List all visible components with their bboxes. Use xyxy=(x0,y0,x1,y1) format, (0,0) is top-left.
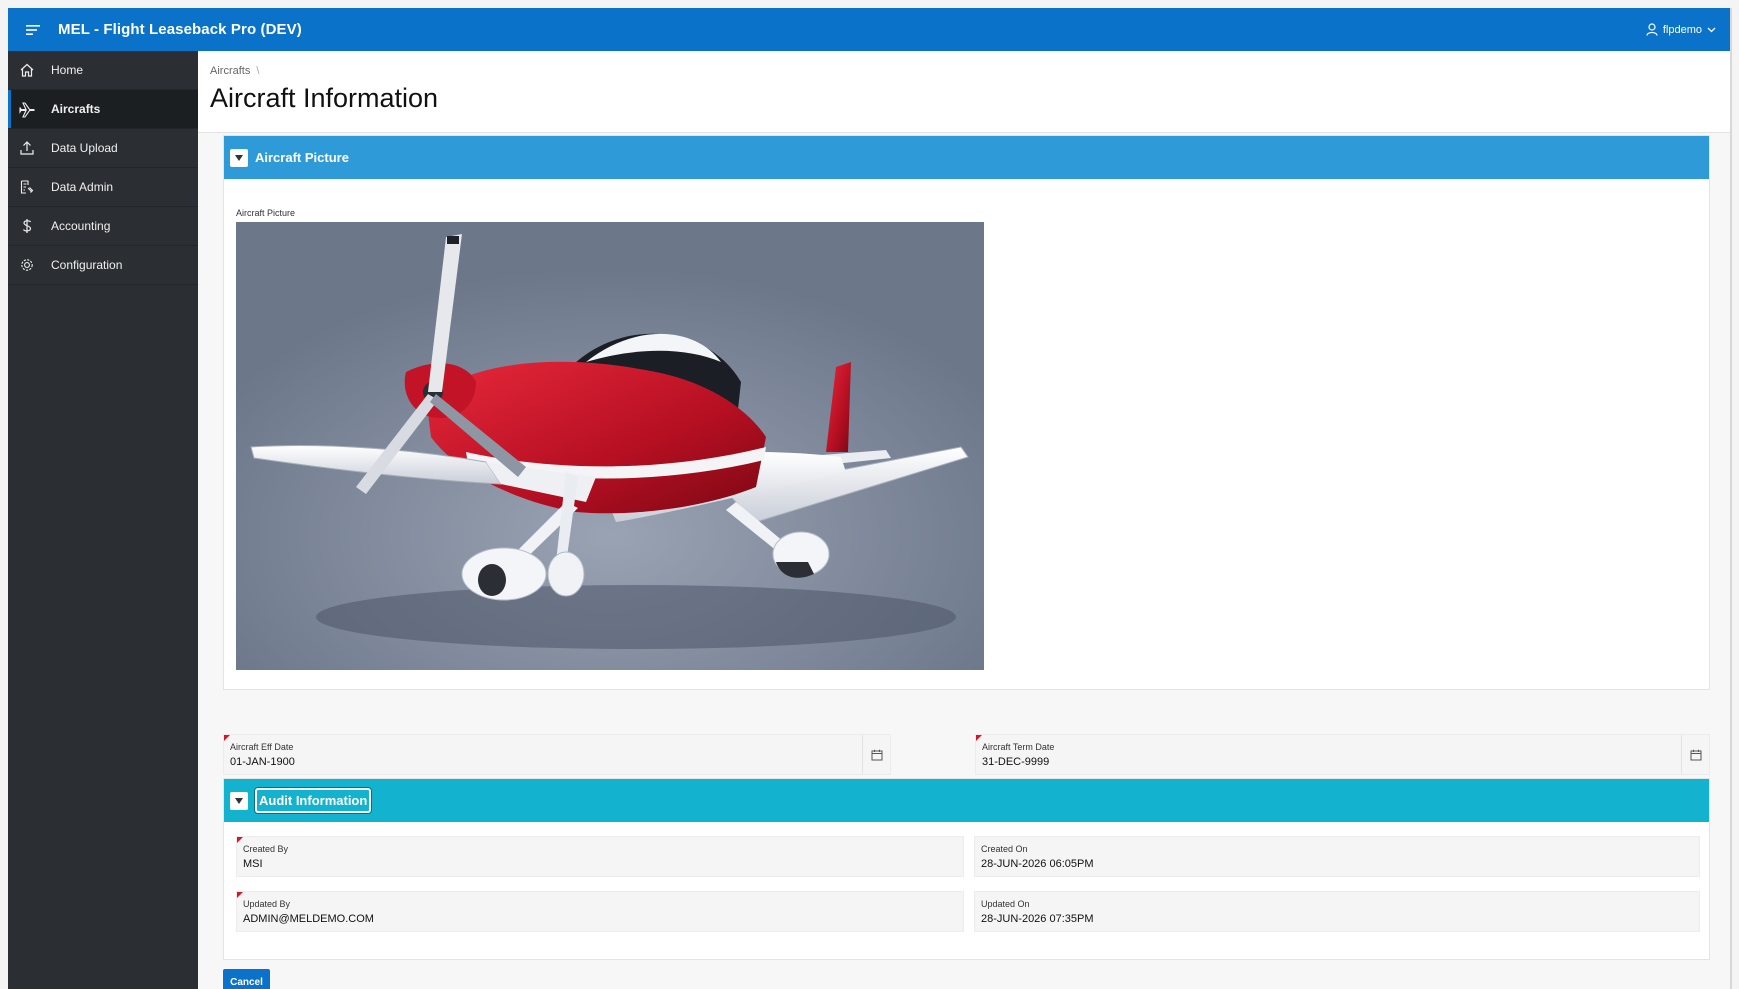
date-picker-button[interactable] xyxy=(862,735,890,774)
data-admin-icon xyxy=(17,177,37,197)
field-value: ADMIN@MELDEMO.COM xyxy=(243,913,374,925)
upload-icon xyxy=(17,138,37,158)
hamburger-icon xyxy=(26,24,40,35)
caret-down-icon xyxy=(235,154,243,161)
collapse-button[interactable] xyxy=(230,791,248,810)
required-indicator xyxy=(976,735,982,741)
required-indicator xyxy=(237,837,243,843)
sidebar: Home Aircrafts Data Upload Data Admin Ac… xyxy=(8,51,198,989)
user-icon xyxy=(1646,23,1658,36)
cancel-button[interactable]: Cancel xyxy=(223,969,270,989)
aircraft-image xyxy=(236,222,984,670)
chevron-down-icon xyxy=(1707,27,1716,32)
sidebar-item-data-upload[interactable]: Data Upload xyxy=(8,129,198,168)
date-picker-button[interactable] xyxy=(1681,735,1709,774)
aircraft-picture-header: Aircraft Picture xyxy=(224,136,1709,179)
sidebar-item-label: Aircrafts xyxy=(51,102,101,116)
collapse-button[interactable] xyxy=(230,148,248,167)
required-indicator xyxy=(224,735,230,741)
sidebar-item-label: Data Admin xyxy=(51,180,114,194)
sidebar-item-configuration[interactable]: Configuration xyxy=(8,246,198,285)
field-value: MSI xyxy=(243,858,263,870)
region-title: Aircraft Picture xyxy=(255,150,349,165)
app-window: MEL - Flight Leaseback Pro (DEV) flpdemo… xyxy=(8,8,1732,989)
sidebar-item-home[interactable]: Home xyxy=(8,51,198,90)
field-value: 31-DEC-9999 xyxy=(982,756,1050,768)
field-label: Aircraft Term Date xyxy=(982,742,1055,752)
sidebar-item-label: Home xyxy=(51,63,84,77)
page-title: Aircraft Information xyxy=(210,83,439,113)
aircraft-term-date-field[interactable]: Aircraft Term Date 31-DEC-9999 xyxy=(975,734,1710,775)
updated-by-field: Updated By ADMIN@MELDEMO.COM xyxy=(236,891,964,932)
aircraft-picture-region: Aircraft Picture Aircraft Picture xyxy=(223,135,1710,690)
form-content: Aircraft Picture Aircraft Picture Aircra… xyxy=(198,133,1730,989)
user-menu[interactable]: flpdemo xyxy=(1646,8,1716,51)
region-title[interactable]: Audit Information xyxy=(255,788,372,813)
field-label: Updated On xyxy=(981,899,1030,909)
user-name: flpdemo xyxy=(1662,23,1702,36)
audit-information-header: Audit Information xyxy=(224,779,1709,822)
caret-down-icon xyxy=(235,797,243,804)
field-label: Updated By xyxy=(243,899,291,909)
home-icon xyxy=(17,60,37,80)
sidebar-item-label: Accounting xyxy=(51,219,111,233)
main-content: Aircrafts \ Aircraft Information Aircraf… xyxy=(198,51,1730,989)
required-indicator xyxy=(237,892,243,898)
sidebar-item-label: Data Upload xyxy=(51,141,118,155)
sidebar-item-accounting[interactable]: Accounting xyxy=(8,207,198,246)
plane-icon xyxy=(17,99,37,119)
dollar-icon xyxy=(17,216,37,236)
sidebar-item-aircrafts[interactable]: Aircrafts xyxy=(8,90,198,129)
sidebar-item-data-admin[interactable]: Data Admin xyxy=(8,168,198,207)
calendar-icon xyxy=(1690,749,1701,760)
field-value: 01-JAN-1900 xyxy=(230,756,295,768)
aircraft-eff-date-field[interactable]: Aircraft Eff Date 01-JAN-1900 xyxy=(223,734,891,775)
field-label: Aircraft Eff Date xyxy=(230,742,294,752)
title-bar: Aircrafts \ Aircraft Information xyxy=(198,51,1730,133)
aircraft-picture-label: Aircraft Picture xyxy=(236,208,296,218)
field-value: 28-JUN-2026 07:35PM xyxy=(981,913,1094,925)
field-label: Created On xyxy=(981,844,1028,854)
audit-information-region: Audit Information Created By MSI Created… xyxy=(223,778,1710,960)
breadcrumb-separator: \ xyxy=(256,65,260,77)
updated-on-field: Updated On 28-JUN-2026 07:35PM xyxy=(974,891,1700,932)
breadcrumb: Aircrafts \ xyxy=(210,65,259,77)
created-on-field: Created On 28-JUN-2026 06:05PM xyxy=(974,836,1700,877)
created-by-field: Created By MSI xyxy=(236,836,964,877)
gear-icon xyxy=(17,255,37,275)
field-label: Created By xyxy=(243,844,289,854)
menu-toggle-button[interactable] xyxy=(16,8,50,51)
breadcrumb-item-aircrafts[interactable]: Aircrafts xyxy=(210,65,250,77)
app-title: MEL - Flight Leaseback Pro (DEV) xyxy=(58,21,302,38)
calendar-icon xyxy=(871,749,882,760)
field-value: 28-JUN-2026 06:05PM xyxy=(981,858,1094,870)
sidebar-item-label: Configuration xyxy=(51,258,123,272)
top-navigation-bar: MEL - Flight Leaseback Pro (DEV) flpdemo xyxy=(8,8,1730,51)
